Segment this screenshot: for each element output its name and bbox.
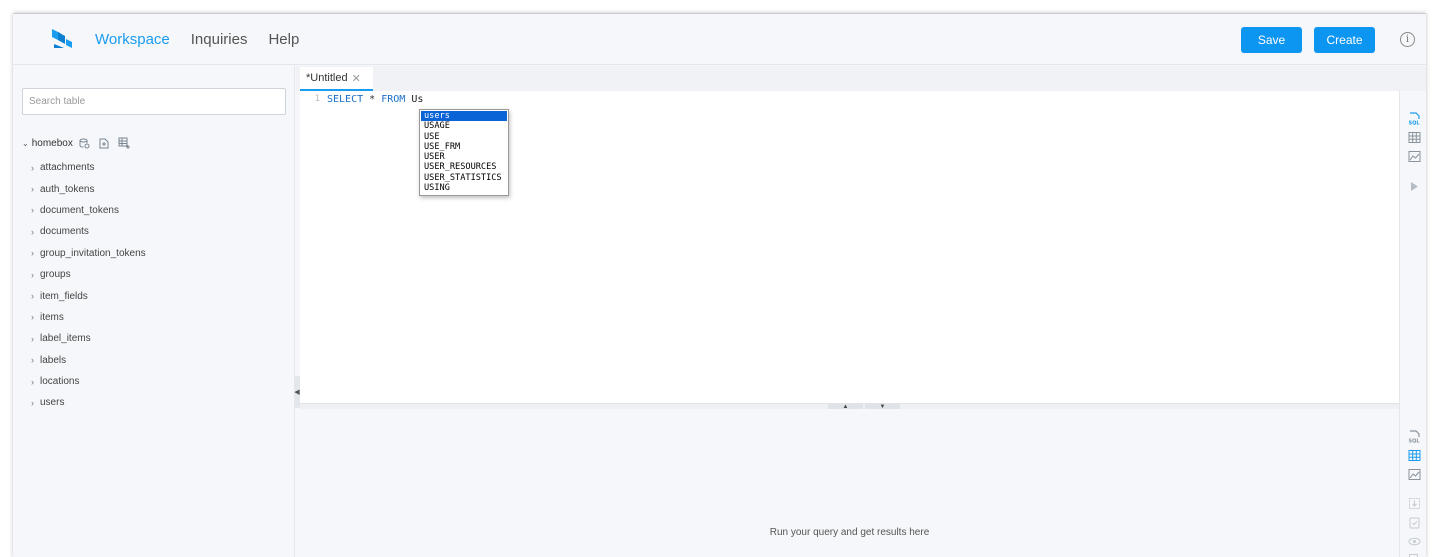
chevron-right-icon[interactable]: › bbox=[31, 248, 40, 258]
chevron-right-icon[interactable]: › bbox=[31, 227, 40, 237]
svg-text:SQL: SQL bbox=[1409, 121, 1421, 126]
chart-view-icon[interactable] bbox=[1408, 150, 1421, 163]
table-list-item[interactable]: › label_items bbox=[31, 328, 146, 349]
table-name[interactable]: groups bbox=[40, 269, 71, 280]
autocomplete-option[interactable]: USAGE bbox=[421, 121, 507, 131]
database-node[interactable]: ⌄ homebox bbox=[22, 135, 130, 151]
top-header: Workspace Inquiries Help Save Create i bbox=[13, 14, 1426, 65]
table-list-item[interactable]: › item_fields bbox=[31, 285, 146, 306]
sql-file-icon[interactable]: SQL bbox=[1408, 112, 1421, 125]
table-list-item[interactable]: › locations bbox=[31, 371, 146, 392]
nav-workspace[interactable]: Workspace bbox=[95, 31, 170, 48]
app-window: Workspace Inquiries Help Save Create i ⌄… bbox=[13, 13, 1426, 557]
autocomplete-option[interactable]: USER_STATISTICS bbox=[421, 173, 507, 183]
create-button[interactable]: Create bbox=[1314, 27, 1375, 53]
chevron-right-icon[interactable]: › bbox=[31, 355, 40, 365]
table-name[interactable]: labels bbox=[40, 355, 66, 366]
chevron-right-icon[interactable]: › bbox=[31, 184, 40, 194]
table-name[interactable]: locations bbox=[40, 376, 79, 387]
chevron-right-icon[interactable]: › bbox=[31, 205, 40, 215]
eye-icon[interactable] bbox=[1408, 535, 1421, 548]
database-tools bbox=[79, 137, 130, 149]
right-toolbar: SQL SQL bbox=[1399, 91, 1426, 557]
table-name[interactable]: items bbox=[40, 312, 64, 323]
search-table-input[interactable] bbox=[22, 88, 286, 115]
nav-help[interactable]: Help bbox=[268, 31, 299, 48]
table-name[interactable]: auth_tokens bbox=[40, 184, 95, 195]
chevron-right-icon[interactable]: › bbox=[31, 334, 40, 344]
autocomplete-option[interactable]: USER_RESOURCES bbox=[421, 162, 507, 172]
autocomplete-dropdown: users USAGE USE USE_FRM USER USER_RESOURCES US… bbox=[419, 109, 509, 197]
table-list: › attachments › auth_tokens › document_tokens… bbox=[31, 157, 146, 414]
results-panel: Run your query and get results here bbox=[300, 409, 1399, 557]
table-list-item[interactable]: › groups bbox=[31, 264, 146, 285]
autocomplete-option[interactable]: USE_FRM bbox=[421, 142, 507, 152]
table-name[interactable]: item_fields bbox=[40, 291, 88, 302]
results-placeholder: Run your query and get results here bbox=[769, 527, 930, 538]
table-name[interactable]: users bbox=[40, 397, 64, 408]
autocomplete-option[interactable]: users bbox=[421, 111, 507, 122]
result-chart-icon[interactable] bbox=[1408, 468, 1421, 481]
table-list-item[interactable]: › document_tokens bbox=[31, 200, 146, 221]
table-list-item[interactable]: › labels bbox=[31, 350, 146, 371]
table-name[interactable]: label_items bbox=[40, 333, 91, 344]
table-list-item[interactable]: › auth_tokens bbox=[31, 178, 146, 199]
table-list-item[interactable]: › documents bbox=[31, 221, 146, 242]
table-sidebar: ⌄ homebox ›attachm bbox=[13, 66, 295, 557]
chevron-right-icon[interactable]: › bbox=[31, 291, 40, 301]
clipboard-icon[interactable] bbox=[1408, 516, 1421, 529]
table-name[interactable]: group_invitation_tokens bbox=[40, 248, 146, 259]
table-list-item[interactable]: › group_invitation_tokens bbox=[31, 243, 146, 264]
table-name[interactable]: attachments bbox=[40, 162, 94, 173]
result-table-icon[interactable] bbox=[1408, 449, 1421, 462]
table-view-icon[interactable] bbox=[1408, 131, 1421, 144]
identifier-text: Us bbox=[411, 94, 424, 105]
line-number: 1 bbox=[314, 94, 320, 104]
save-button[interactable]: Save bbox=[1241, 27, 1302, 53]
table-name[interactable]: documents bbox=[40, 226, 89, 237]
database-name[interactable]: homebox bbox=[32, 138, 73, 149]
new-file-icon[interactable] bbox=[99, 138, 109, 149]
code-line[interactable]: SELECT * FROM Us bbox=[327, 94, 423, 105]
operator-star: * bbox=[369, 94, 376, 105]
table-name[interactable]: document_tokens bbox=[40, 205, 119, 216]
autocomplete-option[interactable]: USING bbox=[421, 183, 507, 193]
autocomplete-option[interactable]: USER bbox=[421, 152, 507, 162]
keyword-from: FROM bbox=[381, 94, 406, 105]
chevron-right-icon[interactable]: › bbox=[31, 312, 40, 322]
info-icon[interactable]: i bbox=[1400, 32, 1415, 47]
database-settings-icon[interactable] bbox=[79, 138, 90, 149]
svg-text:SQL: SQL bbox=[1409, 439, 1421, 444]
export-icon[interactable] bbox=[1408, 497, 1421, 510]
tab-label: *Untitled bbox=[306, 72, 348, 84]
chevron-right-icon[interactable]: › bbox=[31, 163, 40, 173]
table-list-item[interactable]: › items bbox=[31, 307, 146, 328]
chevron-right-icon[interactable]: › bbox=[31, 398, 40, 408]
app-logo-icon[interactable] bbox=[51, 27, 73, 49]
keyword-select: SELECT bbox=[327, 94, 364, 105]
chevron-right-icon[interactable]: › bbox=[31, 377, 40, 387]
inspect-icon[interactable] bbox=[1408, 553, 1421, 557]
autocomplete-option[interactable]: USE bbox=[421, 132, 507, 142]
editor-tabbar: *Untitled ✕ bbox=[296, 66, 1426, 91]
table-list-item[interactable]: › attachments bbox=[31, 157, 146, 178]
chevron-down-icon[interactable]: ⌄ bbox=[22, 139, 29, 148]
table-list-item[interactable]: › users bbox=[31, 392, 146, 413]
main-nav: Workspace Inquiries Help bbox=[95, 14, 299, 65]
chevron-right-icon[interactable]: › bbox=[31, 270, 40, 280]
run-icon[interactable] bbox=[1408, 180, 1421, 193]
close-icon[interactable]: ✕ bbox=[352, 72, 361, 85]
add-table-icon[interactable] bbox=[118, 137, 130, 149]
sql-result-icon[interactable]: SQL bbox=[1408, 430, 1421, 443]
nav-inquiries[interactable]: Inquiries bbox=[191, 31, 248, 48]
tab-untitled[interactable]: *Untitled ✕ bbox=[300, 67, 373, 91]
